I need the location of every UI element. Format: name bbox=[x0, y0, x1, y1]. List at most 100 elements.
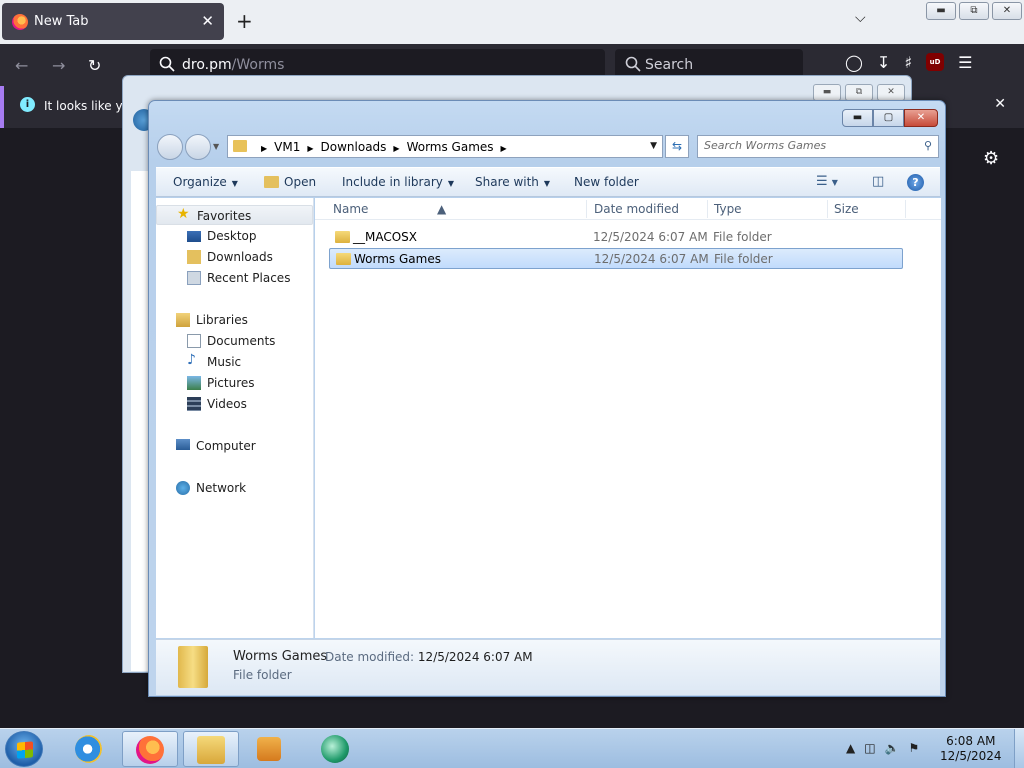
back-button[interactable] bbox=[157, 134, 183, 160]
taskbar-app[interactable] bbox=[308, 731, 364, 767]
nav-videos[interactable]: Videos bbox=[156, 394, 313, 414]
address-dropdown-icon[interactable]: ▼ bbox=[650, 141, 657, 151]
column-divider[interactable] bbox=[905, 200, 906, 218]
taskbar-media-player[interactable] bbox=[244, 731, 300, 767]
network-tray-icon[interactable]: ◫ bbox=[864, 741, 875, 755]
action-center-flag-icon[interactable]: ⚑ bbox=[909, 741, 920, 755]
include-in-library-button[interactable]: Include in library ▼ bbox=[342, 175, 454, 189]
reload-icon[interactable]: ↻ bbox=[88, 56, 101, 75]
nav-computer[interactable]: Computer bbox=[156, 436, 313, 456]
firefox-icon bbox=[136, 736, 164, 764]
view-options-icon[interactable]: ☰ ▼ bbox=[816, 174, 838, 189]
forward-button[interactable] bbox=[185, 134, 211, 160]
large-folder-icon bbox=[178, 646, 208, 688]
file-row-selected[interactable]: Worms Games 12/5/2024 6:07 AM File folde… bbox=[329, 248, 903, 269]
show-desktop-button[interactable] bbox=[1014, 729, 1024, 768]
explorer-search-box[interactable]: ⚲ bbox=[697, 135, 939, 158]
nav-network[interactable]: Network bbox=[156, 478, 313, 498]
column-headers: ▲ Name Date modified Type Size bbox=[315, 198, 941, 220]
show-hidden-icons[interactable]: ▲ bbox=[846, 741, 855, 755]
nav-favorites[interactable]: ★ Favorites bbox=[156, 205, 313, 225]
nav-recent-places[interactable]: Recent Places bbox=[156, 268, 313, 288]
clock-time: 6:08 AM bbox=[946, 734, 996, 748]
address-bar[interactable]: ▶ VM1 ▶ Downloads ▶ Worms Games ▶ ▼ bbox=[227, 135, 663, 158]
search-icon[interactable]: ⚲ bbox=[924, 139, 932, 152]
column-date-modified[interactable]: Date modified bbox=[594, 202, 679, 216]
open-folder-icon bbox=[264, 176, 279, 188]
file-row[interactable]: __MACOSX 12/5/2024 6:07 AM File folder bbox=[329, 227, 903, 248]
clock[interactable]: 6:08 AM 12/5/2024 bbox=[940, 734, 1002, 764]
firefox-icon bbox=[12, 14, 28, 30]
column-divider[interactable] bbox=[827, 200, 828, 218]
ublock-icon[interactable]: uD bbox=[926, 53, 945, 71]
minimize-button[interactable]: ▬ bbox=[926, 2, 956, 20]
minimize-button[interactable]: ▬ bbox=[842, 109, 873, 127]
file-name: __MACOSX bbox=[353, 230, 418, 244]
nav-pictures[interactable]: Pictures bbox=[156, 373, 313, 393]
refresh-icon[interactable]: ⇆ bbox=[665, 135, 689, 158]
url-text: dro.pm/Worms bbox=[182, 57, 285, 73]
close-button[interactable]: ✕ bbox=[877, 84, 905, 101]
documents-icon bbox=[187, 334, 201, 348]
firefox-toolbar-icons: ◯ ↧ ♯ uD ☰ bbox=[845, 53, 972, 72]
back-icon[interactable]: ← bbox=[15, 56, 28, 75]
explorer-search-input[interactable] bbox=[704, 139, 909, 152]
open-button[interactable]: Open bbox=[264, 175, 316, 189]
computer-icon bbox=[176, 439, 190, 450]
explorer-window[interactable]: ▬ ▢ ✕ ▼ ▶ VM1 ▶ Downloads ▶ Worms Games ▶ ▼ ⇆ … bbox=[148, 100, 946, 697]
nav-music[interactable]: ♪ Music bbox=[156, 352, 313, 372]
start-button[interactable] bbox=[5, 731, 43, 767]
pocket-icon[interactable]: ◯ bbox=[845, 53, 863, 72]
column-divider[interactable] bbox=[707, 200, 708, 218]
extensions-icon[interactable]: ♯ bbox=[904, 53, 912, 72]
gear-icon[interactable]: ⚙ bbox=[983, 148, 999, 169]
preview-pane-icon[interactable]: ◫ bbox=[872, 174, 884, 189]
file-date: 12/5/2024 6:07 AM bbox=[593, 230, 708, 244]
firefox-tab-bar: New Tab ✕ + ⌵ ▬ ⧉ ✕ bbox=[0, 0, 1024, 44]
firefox-window-controls: ▬ ⧉ ✕ bbox=[926, 2, 1022, 20]
column-name[interactable]: Name bbox=[333, 202, 368, 216]
nav-documents[interactable]: Documents bbox=[156, 331, 313, 351]
new-folder-button[interactable]: New folder bbox=[574, 175, 639, 189]
tab-close-icon[interactable]: ✕ bbox=[201, 12, 214, 30]
new-tab-button[interactable]: + bbox=[236, 9, 253, 33]
notification-close-icon[interactable]: ✕ bbox=[994, 96, 1006, 112]
taskbar-internet-explorer[interactable] bbox=[62, 731, 118, 767]
organize-button[interactable]: Organize ▼ bbox=[173, 175, 238, 189]
file-type: File folder bbox=[713, 230, 772, 244]
nav-libraries[interactable]: Libraries bbox=[156, 310, 313, 330]
desktop-icon bbox=[187, 231, 201, 242]
volume-muted-icon[interactable]: 🔈 bbox=[885, 741, 900, 755]
tab-new-tab[interactable]: New Tab ✕ bbox=[2, 3, 224, 40]
breadcrumb-worms-games[interactable]: Worms Games bbox=[407, 140, 494, 154]
taskbar-explorer[interactable] bbox=[183, 731, 239, 767]
list-all-tabs-icon[interactable]: ⌵ bbox=[855, 10, 866, 26]
nav-desktop[interactable]: Desktop bbox=[156, 226, 313, 246]
minimize-button[interactable]: ▬ bbox=[813, 84, 841, 101]
nav-downloads[interactable]: Downloads bbox=[156, 247, 313, 267]
taskbar-firefox[interactable] bbox=[122, 731, 178, 767]
forward-icon[interactable]: → bbox=[52, 56, 65, 75]
system-tray: ▲ ◫ 🔈 ⚑ bbox=[846, 741, 919, 755]
details-type: File folder bbox=[233, 668, 292, 682]
share-with-button[interactable]: Share with ▼ bbox=[475, 175, 550, 189]
help-icon[interactable]: ? bbox=[907, 174, 924, 191]
folder-icon bbox=[335, 231, 350, 243]
column-divider[interactable] bbox=[586, 200, 587, 218]
breadcrumb-downloads[interactable]: Downloads bbox=[321, 140, 387, 154]
close-button[interactable]: ✕ bbox=[992, 2, 1022, 20]
background-window-controls: ▬ ⧉ ✕ bbox=[813, 84, 905, 101]
breadcrumb-vm1[interactable]: VM1 bbox=[274, 140, 300, 154]
close-button[interactable]: ✕ bbox=[904, 109, 938, 127]
column-size[interactable]: Size bbox=[834, 202, 859, 216]
navigation-pane: ★ Favorites Desktop Downloads Recent Pla… bbox=[156, 198, 314, 638]
restore-button[interactable]: ⧉ bbox=[959, 2, 989, 20]
maximize-button[interactable]: ▢ bbox=[873, 109, 904, 127]
restore-button[interactable]: ⧉ bbox=[845, 84, 873, 101]
web-search-placeholder: Search bbox=[645, 57, 694, 73]
menu-icon[interactable]: ☰ bbox=[958, 53, 972, 72]
downloads-icon[interactable]: ↧ bbox=[877, 53, 890, 72]
recent-pages-dropdown[interactable]: ▼ bbox=[213, 134, 221, 160]
folder-icon bbox=[336, 253, 351, 265]
column-type[interactable]: Type bbox=[714, 202, 742, 216]
